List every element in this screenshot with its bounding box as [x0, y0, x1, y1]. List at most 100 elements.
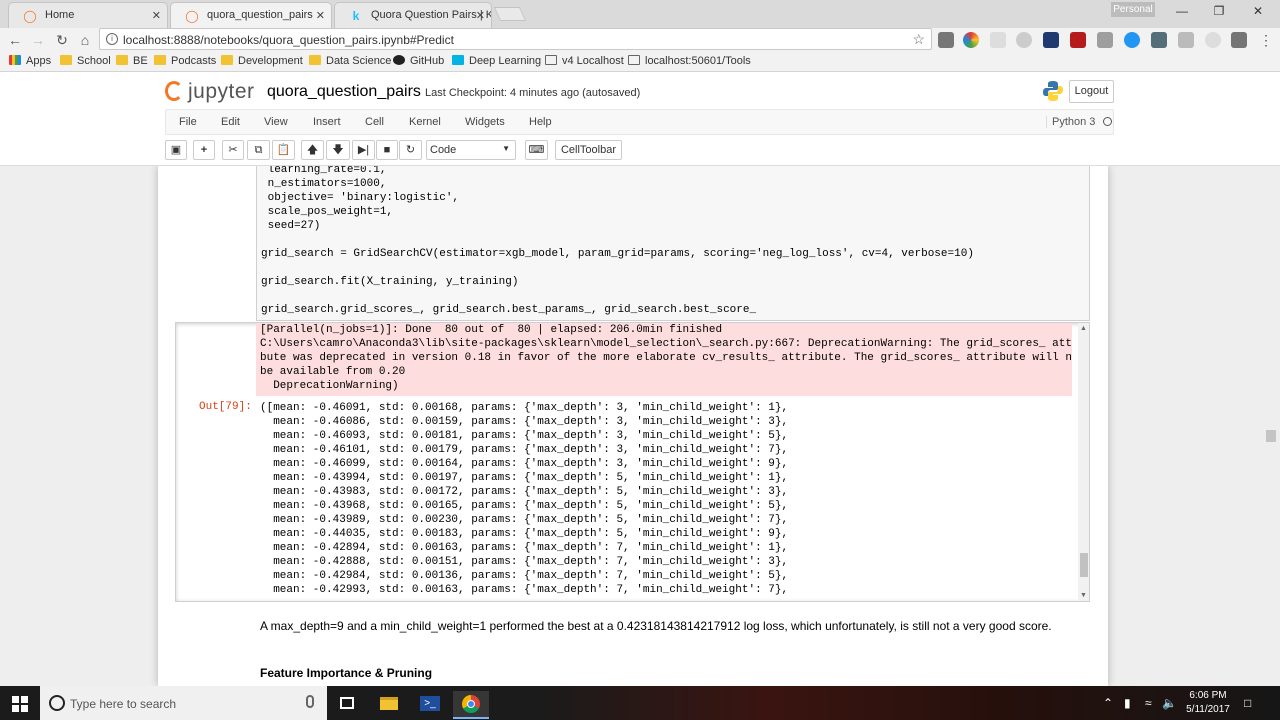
extension-icon[interactable] [1124, 32, 1140, 48]
bookmark-apps[interactable]: Apps [9, 55, 51, 67]
bookmark-github[interactable]: GitHub [393, 55, 444, 67]
insert-cell-button[interactable]: + [193, 140, 215, 160]
tray-chevron-icon[interactable]: ⌃ [1103, 696, 1113, 710]
close-icon[interactable]: ✕ [316, 9, 325, 22]
save-button[interactable]: ▣ [165, 140, 187, 160]
code-cell-input[interactable]: learning_rate=0.1, n_estimators=1000, ob… [256, 166, 1090, 321]
taskbar-clock[interactable]: 6:06 PM 5/11/2017 [1180, 689, 1236, 717]
taskbar-search-box[interactable]: Type here to search [40, 686, 327, 720]
tab-home[interactable]: ◯ Home ✕ [8, 2, 168, 28]
bookmark-star-icon[interactable]: ☆ [912, 31, 925, 48]
celltoolbar-button[interactable]: CellToolbar [555, 140, 622, 160]
tab-kaggle[interactable]: k Quora Question Pairs | Ka ✕ [334, 2, 492, 28]
menu-cell[interactable]: Cell [365, 116, 384, 128]
scrollbar-thumb[interactable] [1080, 553, 1088, 577]
bookmark-school[interactable]: School [60, 55, 111, 67]
menu-view[interactable]: View [264, 116, 288, 128]
menu-edit[interactable]: Edit [221, 116, 240, 128]
task-view-icon[interactable] [329, 691, 365, 719]
browser-tab-strip: ◯ Home ✕ ◯ quora_question_pairs ✕ k Quor… [0, 0, 1280, 28]
pdf-extension-icon[interactable] [1070, 32, 1086, 48]
address-bar[interactable]: i localhost:8888/notebooks/quora_questio… [99, 28, 932, 50]
paste-button[interactable]: 📋 [272, 140, 295, 160]
move-down-button[interactable]: 🡇 [326, 140, 350, 160]
scroll-up-icon[interactable]: ▲ [1080, 325, 1087, 332]
bookmark-v4-localhost[interactable]: v4 Localhost [545, 55, 624, 67]
bookmark-podcasts[interactable]: Podcasts [154, 55, 216, 67]
run-button[interactable]: ▶| [352, 140, 375, 160]
new-tab-button[interactable] [493, 7, 527, 21]
bookmark-deep-learning[interactable]: Deep Learning [452, 55, 541, 67]
clock-time: 6:06 PM [1189, 690, 1227, 701]
profile-button[interactable]: Personal [1111, 2, 1155, 17]
logout-button[interactable]: Logout [1069, 80, 1114, 103]
code-line: seed=27) [261, 220, 321, 232]
menu-insert[interactable]: Insert [313, 116, 341, 128]
code-line: scale_pos_weight=1, [261, 206, 394, 218]
extension-icon[interactable] [1178, 32, 1194, 48]
minimize-icon[interactable]: — [1172, 4, 1192, 18]
notebook-name[interactable]: quora_question_pairs [267, 83, 421, 101]
bookmarks-bar: Apps School BE Podcasts Development Data… [0, 52, 1280, 72]
close-icon[interactable]: ✕ [152, 9, 161, 22]
step-forward-icon: ▶| [357, 144, 370, 156]
extension-icon[interactable] [938, 32, 954, 48]
interrupt-button[interactable]: ■ [376, 140, 398, 160]
cut-button[interactable]: ✂ [222, 140, 244, 160]
home-icon[interactable]: ⌂ [76, 31, 94, 49]
paste-icon: 📋 [276, 144, 291, 156]
chrome-icon[interactable] [453, 691, 489, 719]
page-scrollbar-thumb[interactable] [1266, 430, 1276, 442]
extension-icon[interactable] [1205, 32, 1221, 48]
close-window-icon[interactable]: ✕ [1248, 4, 1268, 18]
color-picker-extension-icon[interactable] [963, 32, 979, 48]
menu-widgets[interactable]: Widgets [465, 116, 505, 128]
scroll-down-icon[interactable]: ▼ [1080, 592, 1087, 599]
menu-icon[interactable]: ⋮ [1258, 32, 1274, 48]
menu-help[interactable]: Help [529, 116, 552, 128]
powershell-icon[interactable]: >_ [412, 691, 448, 719]
copy-button[interactable]: ⧉ [247, 140, 270, 160]
extension-icon[interactable] [1151, 32, 1167, 48]
forward-icon[interactable]: → [29, 31, 47, 49]
extension-icon[interactable] [1016, 32, 1032, 48]
move-up-button[interactable]: 🡅 [301, 140, 324, 160]
extension-icon[interactable] [990, 32, 1006, 48]
windows-start-icon[interactable] [12, 696, 28, 712]
bookmark-development[interactable]: Development [221, 55, 303, 67]
volume-muted-icon[interactable]: 🔈 [1162, 696, 1177, 710]
file-explorer-icon[interactable] [371, 691, 407, 719]
extension-icon[interactable] [1231, 32, 1247, 48]
close-icon[interactable]: ✕ [476, 9, 485, 22]
output-line: mean: -0.42894, std: 0.00163, params: {'… [260, 542, 789, 554]
wifi-icon[interactable]: ≈ [1145, 696, 1152, 710]
cell-type-select[interactable]: Code ▼ [426, 140, 516, 160]
menu-file[interactable]: File [179, 116, 197, 128]
scissors-icon: ✂ [228, 144, 238, 156]
stderr-output: [Parallel(n_jobs=1)]: Done 80 out of 80 … [256, 323, 1072, 396]
bookmark-be[interactable]: BE [116, 55, 148, 67]
jupyter-logo[interactable]: jupyter [165, 80, 255, 104]
cell-output-scroll-area[interactable]: [Parallel(n_jobs=1)]: Done 80 out of 80 … [175, 322, 1090, 602]
folder-icon [154, 55, 166, 65]
dropdown-arrow-icon: ▼ [502, 144, 510, 153]
code-line: grid_search = GridSearchCV(estimator=xgb… [261, 248, 974, 260]
bookmark-localhost-tools[interactable]: localhost:50601/Tools [628, 55, 751, 67]
microphone-icon[interactable] [306, 695, 314, 708]
restore-icon[interactable]: ❐ [1209, 4, 1229, 18]
gmail-extension-icon[interactable] [1097, 32, 1113, 48]
command-palette-button[interactable]: ⌨ [525, 140, 548, 160]
reload-icon[interactable]: ↻ [53, 31, 71, 49]
info-icon[interactable]: i [106, 33, 118, 45]
output-line: mean: -0.43983, std: 0.00172, params: {'… [260, 486, 789, 498]
battery-icon[interactable]: ▮ [1124, 696, 1131, 710]
new-extension-icon[interactable] [1043, 32, 1059, 48]
bookmark-data-science[interactable]: Data Science [309, 55, 391, 67]
notifications-icon[interactable]: □ [1244, 696, 1251, 710]
restart-button[interactable]: ↻ [399, 140, 422, 160]
tab-quora-question-pairs[interactable]: ◯ quora_question_pairs ✕ [170, 2, 332, 28]
back-icon[interactable]: ← [6, 31, 24, 49]
menu-kernel[interactable]: Kernel [409, 116, 441, 128]
output-line: mean: -0.46093, std: 0.00181, params: {'… [260, 430, 789, 442]
output-scrollbar[interactable]: ▲ ▼ [1078, 323, 1089, 601]
